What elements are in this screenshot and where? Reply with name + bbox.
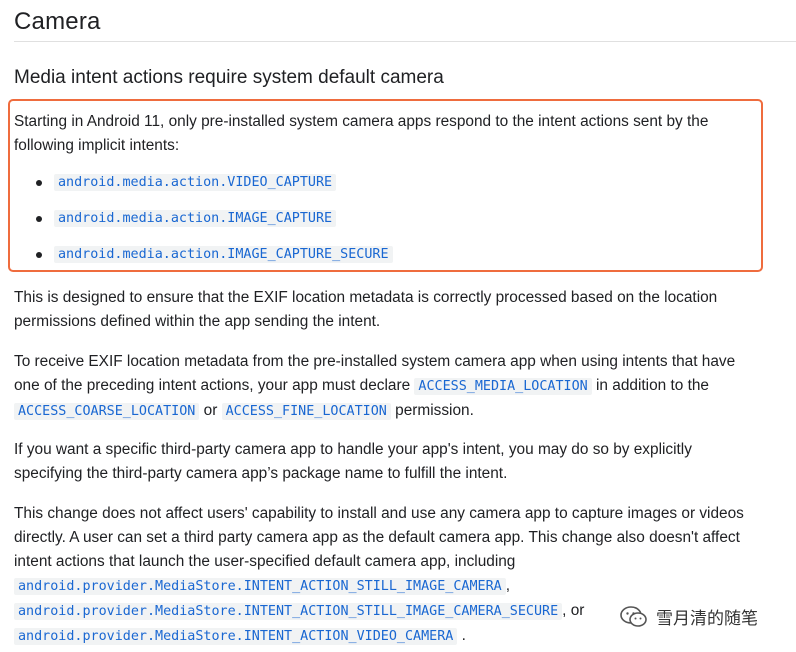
wechat-icon xyxy=(620,605,647,627)
code-access-coarse-location[interactable]: ACCESS_COARSE_LOCATION xyxy=(14,403,200,420)
receive-line-2-pre: one of the preceding intent actions, you… xyxy=(14,377,411,394)
receive-line-2-post: in addition to the xyxy=(596,377,709,394)
or-text: or xyxy=(203,402,218,419)
comma-text: , xyxy=(505,577,510,594)
change-line-1: This change does not affect users' capab… xyxy=(14,505,744,522)
code-access-media-location[interactable]: ACCESS_MEDIA_LOCATION xyxy=(414,378,592,395)
third-party-line-1: If you want a specific third-party camer… xyxy=(14,441,692,458)
receive-exif-paragraph: To receive EXIF location metadata from t… xyxy=(14,350,784,424)
highlight-box xyxy=(8,99,763,272)
exif-line-2: permissions defined within the app sendi… xyxy=(14,313,381,330)
receive-line-1: To receive EXIF location metadata from t… xyxy=(14,353,736,370)
section-heading: Media intent actions require system defa… xyxy=(14,67,444,88)
code-still-image-camera-secure: android.provider.MediaStore.INTENT_ACTIO… xyxy=(14,603,563,620)
watermark-text: 雪月清的随笔 xyxy=(656,609,758,628)
period-text: . xyxy=(461,627,466,644)
third-party-paragraph: If you want a specific third-party camer… xyxy=(14,438,784,486)
watermark: 雪月清的随笔 xyxy=(620,604,758,629)
receive-line-3-post: permission. xyxy=(395,402,474,419)
title-divider xyxy=(14,41,796,42)
code-video-camera: android.provider.MediaStore.INTENT_ACTIO… xyxy=(14,628,458,645)
code-still-image-camera: android.provider.MediaStore.INTENT_ACTIO… xyxy=(14,578,506,595)
third-party-line-2: specifying the third-party camera app’s … xyxy=(14,465,508,482)
change-line-2: directly. A user can set a third party c… xyxy=(14,529,740,546)
code-access-fine-location[interactable]: ACCESS_FINE_LOCATION xyxy=(221,403,391,420)
change-line-3: intent actions that launch the user-spec… xyxy=(14,553,516,570)
or-text: , or xyxy=(562,602,585,619)
exif-paragraph: This is designed to ensure that the EXIF… xyxy=(14,286,784,334)
exif-line-1: This is designed to ensure that the EXIF… xyxy=(14,289,718,306)
page-title: Camera xyxy=(14,8,101,35)
